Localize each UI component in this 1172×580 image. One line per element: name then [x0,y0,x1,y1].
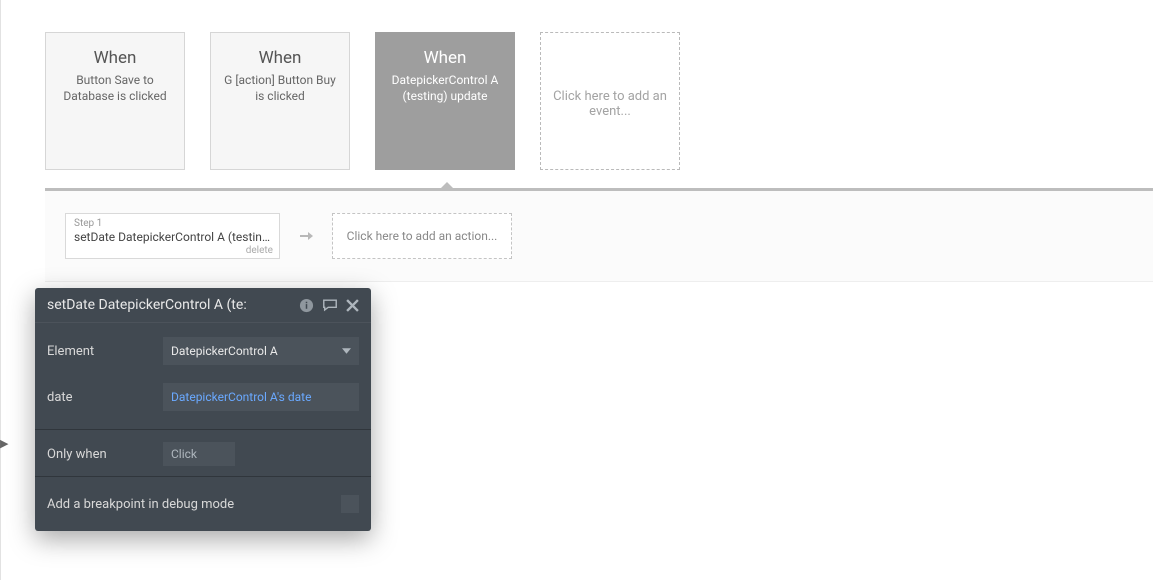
prop-row-element: Element DatepickerControl A [47,337,359,365]
breakpoint-checkbox[interactable] [341,495,359,513]
panel-divider-2 [35,476,371,477]
step-title: setDate DatepickerControl A (testing) [74,230,271,244]
step-delete-link[interactable]: delete [246,245,273,256]
action-step-card[interactable]: Step 1 setDate DatepickerControl A (test… [65,213,280,259]
panel-title: setDate DatepickerControl A (te: [47,297,247,313]
panel-header[interactable]: setDate DatepickerControl A (te: [35,288,371,323]
events-row: When Button Save to Database is clicked … [1,0,1172,170]
panel-body: Element DatepickerControl A date Datepic… [35,323,371,531]
when-label: When [56,48,174,68]
sidebar-expand-handle[interactable]: ▶ [0,437,8,450]
actions-strip: Step 1 setDate DatepickerControl A (test… [45,191,1153,282]
comment-icon[interactable] [322,298,338,313]
event-desc: DatepickerControl A (testing) update [386,72,504,104]
element-dropdown-value: DatepickerControl A [171,344,278,358]
actions-wrap: Step 1 setDate DatepickerControl A (test… [45,188,1153,282]
chevron-down-icon [342,348,351,354]
date-expression-field[interactable]: DatepickerControl A's date [163,383,359,411]
event-card-1[interactable]: When Button Save to Database is clicked [45,32,185,170]
step-label: Step 1 [74,218,271,229]
action-add-placeholder: Click here to add an action... [347,229,498,243]
info-icon[interactable] [299,298,314,313]
event-add-card[interactable]: Click here to add an event... [540,32,680,170]
prop-row-date: date DatepickerControl A's date [47,383,359,411]
property-panel: setDate DatepickerControl A (te: Element… [35,288,371,531]
event-card-2[interactable]: When G [action] Button Buy is clicked [210,32,350,170]
event-add-placeholder: Click here to add an event... [551,89,669,119]
breakpoint-label: Add a breakpoint in debug mode [47,497,234,512]
prop-label-date: date [47,390,163,405]
event-card-3-selected[interactable]: When DatepickerControl A (testing) updat… [375,32,515,170]
when-label: When [221,48,339,68]
event-desc: Button Save to Database is clicked [56,72,174,104]
onlywhen-placeholder: Click [171,447,197,461]
element-dropdown[interactable]: DatepickerControl A [163,337,359,365]
action-add-card[interactable]: Click here to add an action... [332,213,512,259]
arrow-right-icon [298,228,314,244]
event-caret-icon [438,182,456,191]
close-icon[interactable] [346,299,359,312]
prop-row-breakpoint: Add a breakpoint in debug mode [47,489,359,523]
event-desc: G [action] Button Buy is clicked [221,72,339,104]
when-label: When [386,48,504,68]
date-expression-value: DatepickerControl A's date [171,390,311,404]
prop-label-onlywhen: Only when [47,447,163,462]
onlywhen-input[interactable]: Click [163,442,235,466]
panel-header-icons [299,298,359,313]
prop-label-element: Element [47,344,163,359]
panel-divider [35,429,371,430]
prop-row-onlywhen: Only when Click [47,442,359,466]
